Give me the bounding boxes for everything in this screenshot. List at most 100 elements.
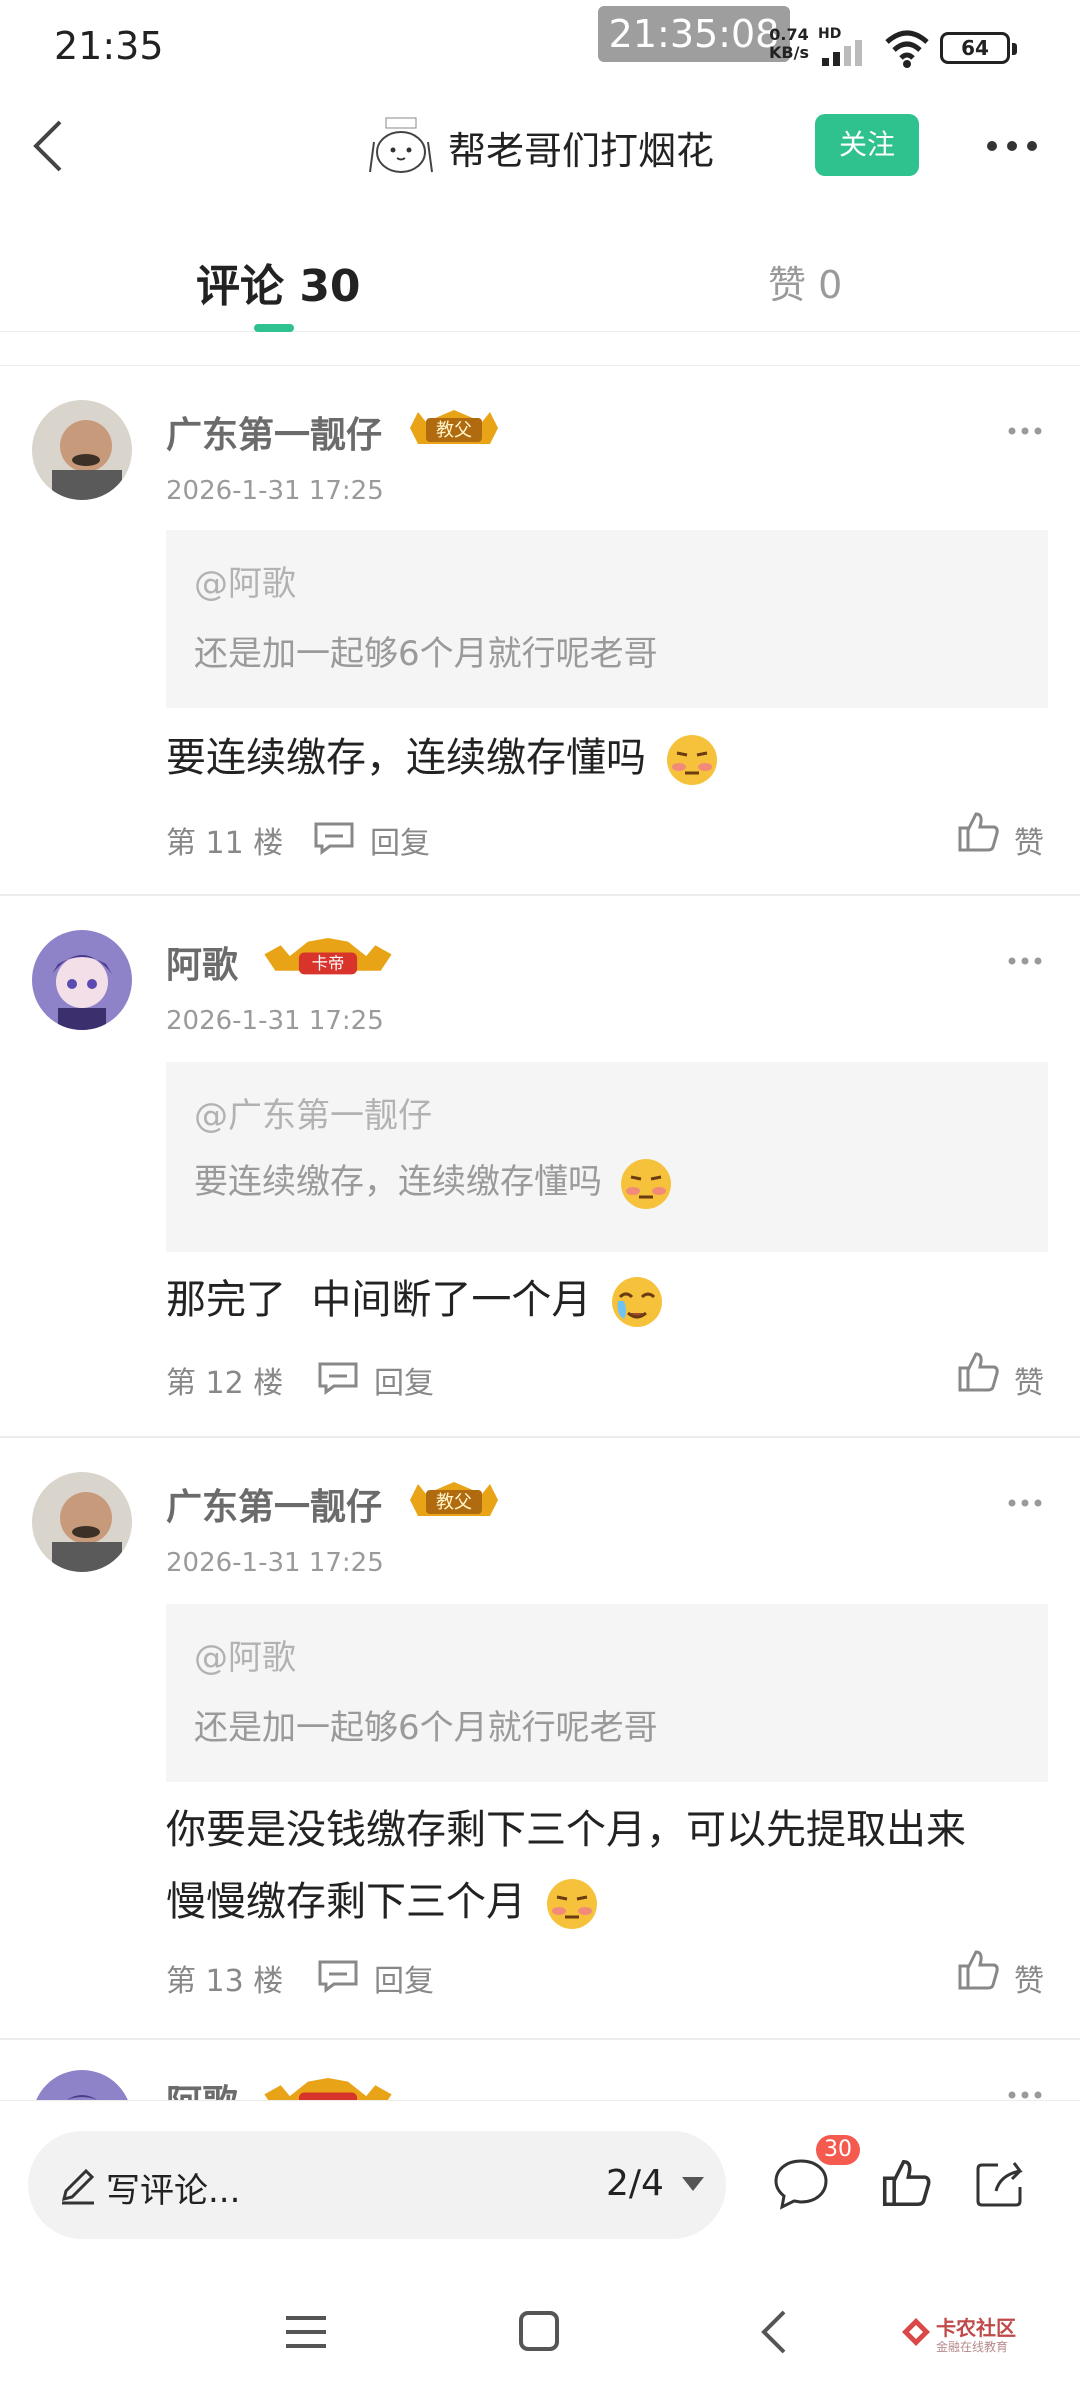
tab-bar: 评论 30 赞 0 [0, 220, 1080, 332]
network-speed-value: 0.74 [769, 25, 809, 44]
follow-button[interactable]: 关注 [815, 114, 919, 176]
poster-avatar[interactable] [366, 112, 436, 182]
quoted-username: @广东第一靓仔 [194, 1096, 432, 1136]
comment-text-line: 你要是没钱缴存剩下三个月，可以先提取出来 [166, 1807, 966, 1853]
reply-button[interactable]: 回复 [374, 1956, 434, 2000]
card-emperor-badge [264, 2078, 392, 2100]
username[interactable]: 阿歌 [166, 936, 238, 988]
badge-label: 教父 [436, 420, 472, 441]
active-tab-indicator [254, 324, 294, 332]
comment-input[interactable]: 写评论... 2/4 [28, 2131, 726, 2239]
comment-input-placeholder: 写评论... [106, 2171, 241, 2211]
comment-text-content: 那完了 中间断了一个月 [166, 1277, 592, 1323]
more-options-icon[interactable] [986, 140, 1038, 152]
annoyed-emoji-icon [666, 735, 717, 785]
avatar-image [32, 400, 132, 500]
avatar-image [32, 1472, 132, 1572]
godfather-badge: 教父 [410, 1482, 498, 1516]
badge-label: 教父 [436, 1492, 472, 1513]
status-bar: 21:35 21:35:08 0.74 KB/s HD 64 [0, 0, 1080, 96]
comment-item: 阿歌 卡帝 2026-1-31 17:25 @广东第一靓仔 要连续缴存，连续缴存… [0, 896, 1080, 1438]
share-icon[interactable] [974, 2157, 1028, 2209]
tab-likes[interactable]: 赞 0 [768, 254, 842, 309]
crying-emoji-icon [612, 1277, 663, 1327]
comment-text: 要连续缴存，连续缴存懂吗 [166, 722, 1066, 794]
quoted-text: 还是加一起够6个月就行呢老哥 [194, 1708, 658, 1748]
network-speed-unit: KB/s [769, 43, 809, 62]
reply-button[interactable]: 回复 [374, 1358, 434, 1402]
quoted-reply[interactable]: @广东第一靓仔 要连续缴存，连续缴存懂吗 [166, 1062, 1048, 1252]
floor-number: 第 12 楼 [166, 1366, 284, 1401]
wifi-icon [885, 30, 929, 68]
quoted-text-content: 要连续缴存，连续缴存懂吗 [194, 1162, 602, 1202]
like-button[interactable]: 赞 [1014, 1956, 1044, 2000]
badge-label: 卡帝 [312, 954, 345, 973]
floor-number: 第 13 楼 [166, 1964, 284, 1999]
status-time: 21:35 [54, 24, 164, 68]
thumbs-up-icon[interactable] [880, 2157, 932, 2209]
avatar-image [32, 930, 132, 1030]
avatar-image [32, 2070, 132, 2100]
home-icon[interactable] [518, 2310, 560, 2352]
user-avatar[interactable] [32, 930, 132, 1030]
system-nav-bar: 卡农社区 金融在线教育 [0, 2270, 1080, 2400]
thumbs-up-icon[interactable] [956, 1350, 1000, 1394]
pen-icon [61, 2168, 95, 2205]
reply-button[interactable]: 回复 [370, 818, 430, 862]
username[interactable]: 广东第一靓仔 [166, 406, 382, 458]
network-speed: 0.74 KB/s [762, 26, 816, 62]
comment-text: 那完了 中间断了一个月 [166, 1264, 1066, 1336]
quoted-username: @阿歌 [194, 564, 296, 604]
quoted-reply[interactable]: @阿歌 还是加一起够6个月就行呢老哥 [166, 1604, 1048, 1782]
like-button[interactable]: 赞 [1014, 818, 1044, 862]
back-icon[interactable] [756, 2308, 790, 2356]
more-options-icon[interactable] [1008, 1498, 1042, 1508]
reply-icon[interactable] [316, 1360, 360, 1396]
quoted-reply[interactable]: @阿歌 还是加一起够6个月就行呢老哥 [166, 530, 1048, 708]
reply-icon[interactable] [316, 1958, 360, 1994]
comment-item: 广东第一靓仔 教父 2026-1-31 17:25 @阿歌 还是加一起够6个月就… [0, 1438, 1080, 2040]
comment-count-badge: 30 [816, 2135, 860, 2165]
comment-item-partial: 阿歌 [0, 2040, 1080, 2100]
more-options-icon[interactable] [1008, 2090, 1042, 2100]
comment-bubble-icon[interactable] [772, 2157, 830, 2211]
bottom-action-bar: 写评论... 2/4 30 [0, 2100, 1080, 2270]
annoyed-emoji-icon [620, 1158, 671, 1209]
battery-icon: 64 [940, 32, 1017, 64]
tab-comments[interactable]: 评论 30 [196, 250, 361, 314]
username[interactable]: 阿歌 [166, 2074, 238, 2100]
comment-time: 2026-1-31 17:25 [166, 1548, 384, 1578]
like-button[interactable]: 赞 [1014, 1358, 1044, 1402]
user-avatar[interactable] [32, 2070, 132, 2100]
comment-text-content: 慢慢缴存剩下三个月 [166, 1879, 526, 1925]
thumbs-up-icon[interactable] [956, 810, 1000, 854]
quoted-text: 要连续缴存，连续缴存懂吗 [194, 1154, 673, 1211]
comment-text-line-2: 慢慢缴存剩下三个月 [166, 1866, 1066, 1938]
more-options-icon[interactable] [1008, 426, 1042, 436]
floor-number: 第 11 楼 [166, 826, 284, 861]
watermark: 卡农社区 金融在线教育 [900, 2310, 1050, 2360]
godfather-badge: 教父 [410, 410, 498, 444]
annoyed-emoji-icon [546, 1879, 597, 1929]
more-options-icon[interactable] [1008, 956, 1042, 966]
post-title: 帮老哥们打烟花 [448, 129, 715, 173]
dropdown-triangle-icon[interactable] [680, 2175, 706, 2193]
watermark-subtitle: 金融在线教育 [936, 2340, 1009, 2354]
user-avatar[interactable] [32, 1472, 132, 1572]
menu-icon[interactable] [284, 2312, 328, 2352]
comment-item: 广东第一靓仔 教父 2026-1-31 17:25 @阿歌 还是加一起够6个月就… [0, 366, 1080, 896]
username[interactable]: 广东第一靓仔 [166, 1478, 382, 1530]
signal-icon [822, 40, 862, 66]
back-arrow-icon[interactable] [22, 114, 82, 178]
thumbs-up-icon[interactable] [956, 1948, 1000, 1992]
watermark-name: 卡农社区 [936, 2316, 1016, 2340]
top-app-bar: 帮老哥们打烟花 关注 [0, 96, 1080, 196]
user-avatar[interactable] [32, 400, 132, 500]
comment-text: 你要是没钱缴存剩下三个月，可以先提取出来 慢慢缴存剩下三个月 [166, 1794, 1066, 1938]
community-logo-icon [902, 2318, 930, 2346]
page-indicator[interactable]: 2/4 [606, 2163, 664, 2204]
card-emperor-badge: 卡帝 [264, 938, 392, 975]
comment-text-content: 要连续缴存，连续缴存懂吗 [166, 735, 646, 781]
comment-time: 2026-1-31 17:25 [166, 1006, 384, 1036]
reply-icon[interactable] [312, 820, 356, 856]
